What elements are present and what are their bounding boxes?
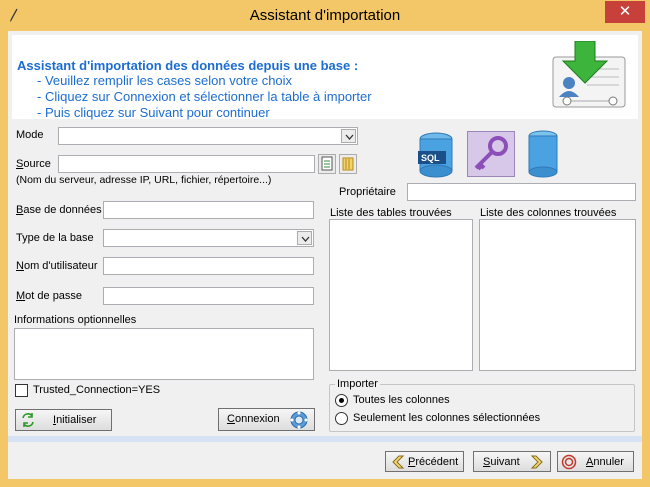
database-cylinder-icon <box>526 129 560 179</box>
close-icon: ✕ <box>618 3 632 20</box>
window-title: Assistant d'importation <box>249 7 401 24</box>
mode-select[interactable] <box>58 127 358 145</box>
next-button[interactable]: Suivant <box>473 451 551 472</box>
owner-label: Propriétaire <box>339 186 396 198</box>
chevron-left-icon <box>389 454 405 473</box>
banner-line: - Veuillez remplir les cases selon votre… <box>37 73 293 88</box>
password-input[interactable] <box>103 287 314 305</box>
refresh-arrows-icon <box>20 412 36 431</box>
connection-gear-icon <box>289 410 309 433</box>
source-label: Source <box>16 158 51 170</box>
database-label: Base de données <box>16 204 102 216</box>
cancel-button[interactable]: Annuler <box>557 451 634 472</box>
radio-all-columns[interactable] <box>335 394 348 407</box>
optional-info-textarea[interactable] <box>14 328 314 380</box>
username-label: Nom d'utilisateur <box>16 260 98 272</box>
client-area: Assistant d'importation des données depu… <box>8 31 642 479</box>
database-input[interactable] <box>103 201 314 219</box>
chevron-down-icon[interactable] <box>297 231 312 245</box>
tables-listbox[interactable] <box>329 219 473 371</box>
columns-list-label: Liste des colonnes trouvées <box>480 207 617 219</box>
next-label: Suivant <box>483 456 520 468</box>
connect-label: Connexion <box>227 413 280 425</box>
source-input[interactable] <box>58 155 315 173</box>
import-options-group: Importer Toutes les colonnes Seulement l… <box>329 378 635 432</box>
chevron-right-icon <box>530 454 546 473</box>
trusted-connection-label: Trusted_Connection=YES <box>33 384 161 396</box>
source-hint: (Nom du serveur, adresse IP, URL, fichie… <box>16 174 272 186</box>
chevron-down-icon[interactable] <box>341 129 356 143</box>
svg-text:SQL: SQL <box>421 153 440 163</box>
import-group-legend: Importer <box>335 378 380 390</box>
file-icon <box>321 156 333 171</box>
cancel-label: Annuler <box>586 456 624 468</box>
radio-selected-columns[interactable] <box>335 412 348 425</box>
initialize-button[interactable]: Initialiser <box>15 409 112 431</box>
db-type-select[interactable] <box>103 229 314 247</box>
mode-label: Mode <box>16 129 44 141</box>
close-button[interactable]: ✕ <box>605 1 645 23</box>
banner-title: Assistant d'importation des données depu… <box>17 58 359 73</box>
browse-file-button[interactable] <box>318 154 336 174</box>
separator <box>8 436 642 442</box>
owner-input[interactable] <box>407 183 636 201</box>
username-input[interactable] <box>103 257 314 275</box>
banner-line: - Puis cliquez sur Suivant pour continue… <box>37 105 270 120</box>
sql-database-icon: SQL <box>416 131 456 179</box>
header-banner: Assistant d'importation des données depu… <box>12 35 638 120</box>
cancel-icon <box>561 454 577 473</box>
optional-info-label: Informations optionnelles <box>14 314 137 326</box>
import-wizard-window: Assistant d'importation ✕ Assistant d'im… <box>0 0 650 487</box>
initialize-label: Initialiser <box>53 414 97 426</box>
connect-button[interactable]: Connexion <box>218 408 315 431</box>
previous-label: Précédent <box>408 456 459 468</box>
trusted-connection-checkbox[interactable] <box>15 384 28 397</box>
browse-folder-button[interactable] <box>339 154 357 174</box>
radio-all-columns-label: Toutes les colonnes <box>353 394 450 406</box>
password-label: Mot de passe <box>16 290 83 302</box>
banner-line: - Cliquez sur Connexion et sélectionner … <box>37 89 372 104</box>
radio-selected-columns-label: Seulement les colonnes sélectionnées <box>353 412 541 424</box>
db-type-label: Type de la base <box>16 232 94 244</box>
import-database-download-icon <box>547 40 627 113</box>
previous-button[interactable]: Précédent <box>385 451 464 472</box>
folder-icon <box>342 157 354 171</box>
title-bar: Assistant d'importation ✕ <box>0 0 650 31</box>
key-icon <box>467 131 515 177</box>
columns-listbox[interactable] <box>479 219 636 371</box>
tables-list-label: Liste des tables trouvées <box>330 207 452 219</box>
